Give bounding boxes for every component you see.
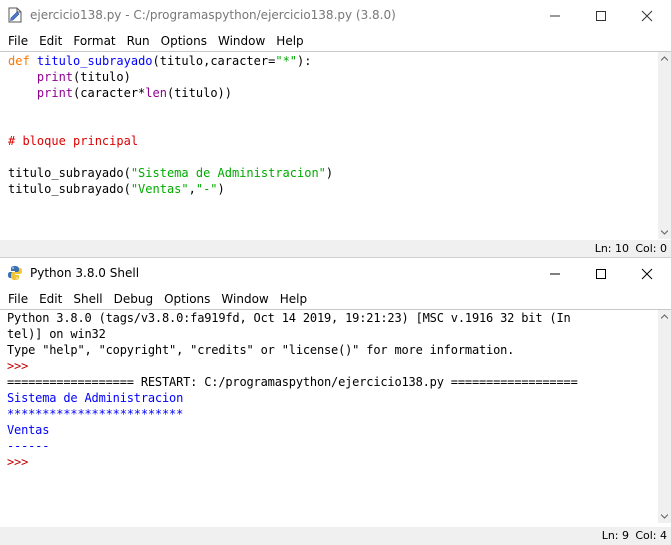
code-line: titulo_subrayado("Ventas","-") <box>8 182 225 196</box>
code-line: titulo_subrayado("Sistema de Administrac… <box>8 166 334 180</box>
shell-close-button[interactable] <box>624 258 670 289</box>
shell-titlebar[interactable]: Python 3.8.0 Shell <box>0 258 671 289</box>
restart-line: ================== RESTART: C:/programas… <box>7 375 578 389</box>
shell-window-title: Python 3.8.0 Shell <box>30 266 140 280</box>
output-line: ------ <box>7 439 50 453</box>
output-line: ************************* <box>7 407 184 421</box>
output-line: Ventas <box>7 423 50 437</box>
editor-line-indicator: Ln: 10 <box>594 242 629 255</box>
editor-vertical-scrollbar[interactable] <box>658 52 671 239</box>
editor-menubar: File Edit Format Run Options Window Help <box>0 31 671 51</box>
editor-statusbar: Ln: 10 Col: 0 <box>0 240 671 257</box>
scroll-down-icon[interactable] <box>661 514 668 519</box>
menu-window[interactable]: Window <box>214 31 269 51</box>
scroll-up-icon[interactable] <box>661 314 668 319</box>
menu-window[interactable]: Window <box>217 289 272 309</box>
shell-output-area[interactable]: Python 3.8.0 (tags/v3.8.0:fa919fd, Oct 1… <box>0 310 657 522</box>
menu-help[interactable]: Help <box>272 31 307 51</box>
menu-debug[interactable]: Debug <box>110 289 157 309</box>
shell-minimize-button[interactable] <box>532 258 578 289</box>
python-shell-icon <box>8 266 22 280</box>
close-icon <box>641 268 653 280</box>
editor-window: ejercicio138.py - C:/programaspython/eje… <box>0 0 671 258</box>
minimize-icon <box>550 273 560 275</box>
idle-file-icon <box>8 7 22 23</box>
editor-menu-divider <box>0 51 671 52</box>
menu-edit[interactable]: Edit <box>35 31 66 51</box>
shell-prompt: >>> <box>7 455 29 469</box>
banner-line: Python 3.8.0 (tags/v3.8.0:fa919fd, Oct 1… <box>7 311 571 325</box>
minimize-icon <box>550 15 560 17</box>
menu-options[interactable]: Options <box>160 289 214 309</box>
editor-column-indicator: Col: 0 <box>635 242 667 255</box>
editor-minimize-button[interactable] <box>532 0 578 31</box>
menu-format[interactable]: Format <box>69 31 119 51</box>
banner-line: Type "help", "copyright", "credits" or "… <box>7 343 515 357</box>
shell-vertical-scrollbar[interactable] <box>658 310 671 523</box>
menu-shell[interactable]: Shell <box>69 289 106 309</box>
shell-column-indicator: Col: 4 <box>635 529 667 542</box>
shell-maximize-button[interactable] <box>578 258 624 289</box>
editor-close-button[interactable] <box>624 0 670 31</box>
menu-run[interactable]: Run <box>123 31 154 51</box>
editor-window-title: ejercicio138.py - C:/programaspython/eje… <box>30 8 396 22</box>
editor-titlebar[interactable]: ejercicio138.py - C:/programaspython/eje… <box>0 0 671 31</box>
close-icon <box>641 10 653 22</box>
menu-file[interactable]: File <box>4 31 32 51</box>
scroll-down-icon[interactable] <box>661 230 668 235</box>
output-line: Sistema de Administracion <box>7 391 184 405</box>
shell-line-indicator: Ln: 9 <box>601 529 629 542</box>
banner-line: tel)] on win32 <box>7 327 106 341</box>
menu-edit[interactable]: Edit <box>35 289 66 309</box>
code-line: print(titulo) <box>36 70 131 84</box>
maximize-icon <box>596 269 606 279</box>
code-line: # bloque principal <box>8 134 139 148</box>
maximize-icon <box>596 11 606 21</box>
menu-options[interactable]: Options <box>157 31 211 51</box>
menu-file[interactable]: File <box>4 289 32 309</box>
code-line: def titulo_subrayado(titulo,caracter="*"… <box>8 54 312 68</box>
code-line: print(caracter*len(titulo)) <box>36 86 232 100</box>
shell-window: Python 3.8.0 Shell File Edit Shell Debug Opt… <box>0 258 671 545</box>
shell-menubar: File Edit Shell Debug Options Window Help <box>0 289 671 309</box>
scroll-up-icon[interactable] <box>661 56 668 61</box>
editor-code-area[interactable]: def titulo_subrayado(titulo,caracter="*"… <box>0 53 657 239</box>
menu-help[interactable]: Help <box>276 289 311 309</box>
editor-maximize-button[interactable] <box>578 0 624 31</box>
shell-prompt: >>> <box>7 359 29 373</box>
shell-statusbar: Ln: 9 Col: 4 <box>0 527 671 545</box>
